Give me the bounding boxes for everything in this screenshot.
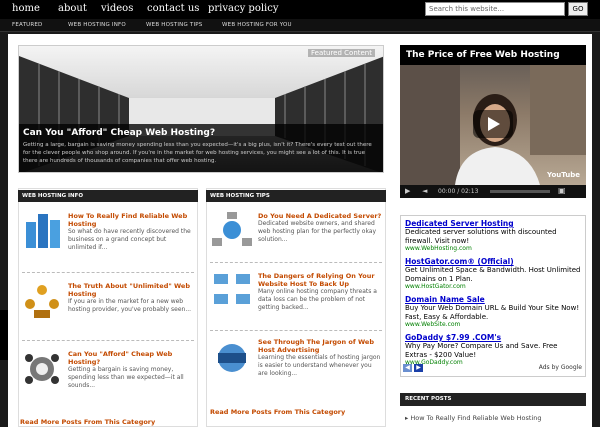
tips-post-3: See Through The Jargon of Web Host Adver… [258,338,383,378]
featured-caption: Can You "Afford" Cheap Web Hosting? Gett… [19,124,383,172]
info-post-3: Can You "Afford" Cheap Web Hosting? Gett… [68,350,193,390]
recent-posts-header: RECENT POSTS [400,393,586,406]
nav-contact-us[interactable]: contact us [147,3,199,14]
tips-post-3-text: Learning the essentials of hosting jargo… [258,354,381,377]
search-input[interactable]: Search this website... [425,2,565,16]
ads-footer: ◀ ▶ Ads by Google [400,360,586,376]
meeting-icon [25,354,59,384]
play-icon[interactable] [473,110,513,138]
ad-2-url[interactable]: www.HostGator.com [405,283,581,290]
search-go-button[interactable]: GO [568,2,588,16]
left-edge [0,310,8,360]
tips-post-2-text: Many online hosting company threats a da… [258,288,377,311]
divider [22,340,194,341]
ad-2-desc: Get Unlimited Space & Bandwidth. Host Un… [405,266,581,283]
subnav-web-hosting-for-you[interactable]: WEB HOSTING FOR YOU [222,22,292,28]
google-ads: Dedicated Server Hosting Dedicated serve… [400,215,586,377]
info-post-1-text: So what do have recently discovered the … [68,228,191,251]
divider [210,330,382,331]
video-title[interactable]: The Price of Free Web Hosting [400,45,586,65]
video-controls: ▶ ◄ 00:00 / 02:13 ▣ [400,185,586,198]
info-post-1-title[interactable]: How To Really Find Reliable Web Hosting [68,212,193,228]
ad-1: Dedicated Server Hosting Dedicated serve… [405,219,581,252]
info-read-more-link[interactable]: Read More Posts From This Category [20,418,155,426]
web-hosting-info-header: WEB HOSTING INFO [18,190,198,202]
ad-next-icon[interactable]: ▶ [414,364,423,372]
ad-1-url[interactable]: www.WebHosting.com [405,245,581,252]
info-post-2-text: If you are in the market for a new web h… [68,298,192,313]
category-navigation: FEATURED WEB HOSTING INFO WEB HOSTING TI… [0,19,600,32]
nav-privacy-policy[interactable]: privacy policy [208,3,279,14]
ad-4-desc: Why Pay More? Compare Us and Save. Free … [405,342,558,359]
computers-icon [214,274,250,304]
ads-by-google[interactable]: Ads by Google [539,364,582,371]
featured-slider[interactable]: Featured Content Can You "Afford" Cheap … [18,45,384,173]
info-post-2: The Truth About "Unlimited" Web Hosting … [68,282,193,314]
recent-post-link[interactable]: How To Really Find Reliable Web Hosting [410,414,541,422]
play-button-icon[interactable]: ▶ [405,187,410,195]
subnav-featured[interactable]: FEATURED [12,22,43,28]
info-post-3-title[interactable]: Can You "Afford" Cheap Web Hosting? [68,350,193,366]
featured-content-tag: Featured Content [308,49,375,57]
ad-1-headline[interactable]: Dedicated Server Hosting [405,219,581,228]
fullscreen-icon[interactable]: ▣ [558,186,566,195]
tips-post-2: The Dangers of Relying On Your Website H… [258,272,383,312]
top-navigation: home about videos contact us privacy pol… [0,0,600,19]
youtube-logo: YouTube [547,171,580,179]
ad-4-headline[interactable]: GoDaddy $7.99 .COM's [405,333,581,342]
people-network-icon [25,285,59,318]
ad-2: HostGator.com® (Official) Get Unlimited … [405,257,581,290]
nav-videos[interactable]: videos [101,3,133,14]
ad-3-url[interactable]: www.WebSite.com [405,321,581,328]
nav-home[interactable]: home [12,3,40,14]
arrow-icon: ▸ [405,414,409,422]
divider [210,262,382,263]
nav-about[interactable]: about [58,3,87,14]
tips-post-2-title[interactable]: The Dangers of Relying On Your Website H… [258,272,383,288]
video-player[interactable]: YouTube [400,65,586,185]
featured-title[interactable]: Can You "Afford" Cheap Web Hosting? [23,128,379,138]
tips-post-3-title[interactable]: See Through The Jargon of Web Host Adver… [258,338,383,354]
tips-post-1: Do You Need A Dedicated Server? Dedicate… [258,212,383,244]
tips-post-1-text: Dedicated website owners, and shared web… [258,220,377,243]
subnav-web-hosting-info[interactable]: WEB HOSTING INFO [68,22,126,28]
video-time: 00:00 / 02:13 [438,188,479,195]
volume-icon[interactable]: ◄ [422,187,427,195]
info-post-2-title[interactable]: The Truth About "Unlimited" Web Hosting [68,282,193,298]
video-progress-bar[interactable] [490,190,550,193]
tips-post-1-title[interactable]: Do You Need A Dedicated Server? [258,212,383,220]
featured-excerpt: Getting a large, bargain is saving money… [23,142,372,164]
ad-2-headline[interactable]: HostGator.com® (Official) [405,257,581,266]
recent-post-item[interactable]: ▸ How To Really Find Reliable Web Hostin… [405,414,542,422]
web-hosting-tips-header: WEB HOSTING TIPS [206,190,386,202]
tips-read-more-link[interactable]: Read More Posts From This Category [210,408,345,416]
ad-3-headline[interactable]: Domain Name Sale [405,295,581,304]
ad-1-desc: Dedicated server solutions with discount… [405,228,557,245]
ad-prev-icon[interactable]: ◀ [403,364,412,372]
com-domain-icon [218,344,246,372]
info-post-1: How To Really Find Reliable Web Hosting … [68,212,193,252]
server-stack-icon [26,214,60,248]
ad-3: Domain Name Sale Buy Your Web Domain URL… [405,295,581,328]
subnav-web-hosting-tips[interactable]: WEB HOSTING TIPS [146,22,203,28]
info-post-3-text: Getting a bargain is saving money, spend… [68,366,184,389]
ad-3-desc: Buy Your Web Domain URL & Build Your Sit… [405,304,580,321]
divider [22,272,194,273]
network-globe-icon [212,212,252,246]
